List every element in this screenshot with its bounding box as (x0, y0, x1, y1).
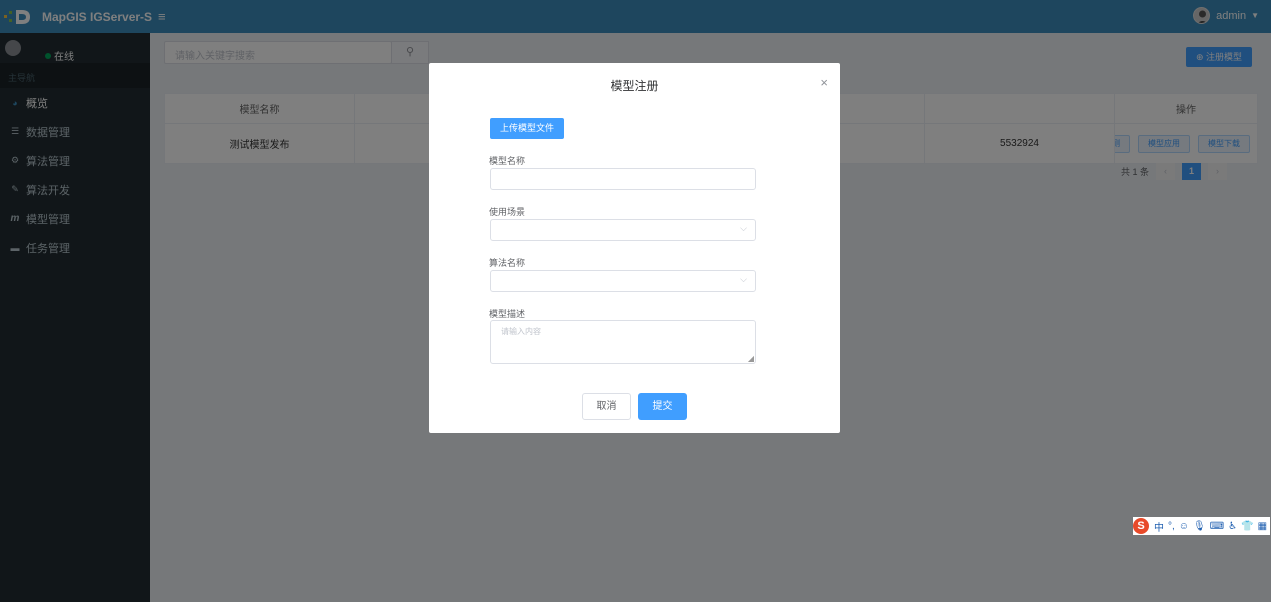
ime-item[interactable]: 🎙 (1193, 521, 1206, 532)
scene-label: 使用场景 (489, 207, 526, 217)
ime-item[interactable]: 👕 (1241, 521, 1253, 532)
resize-handle-icon[interactable]: ◢ (748, 354, 754, 363)
description-label: 模型描述 (489, 309, 526, 319)
model-name-label: 模型名称 (489, 156, 526, 166)
cancel-button[interactable]: 取消 (582, 393, 631, 420)
scene-select[interactable]: ⌵ (490, 219, 756, 241)
dialog-title: 模型注册 (610, 79, 659, 93)
algorithm-select[interactable]: ⌵ (490, 270, 756, 292)
chevron-down-icon: ⌵ (740, 274, 747, 284)
ime-toolbar[interactable]: S 中 °, ☺ 🎙 ⌨ ♿ 👕 ▦ (1133, 517, 1270, 535)
algorithm-label: 算法名称 (489, 258, 526, 268)
ime-item[interactable]: ⌨ (1210, 521, 1224, 532)
ime-item[interactable]: ▦ (1258, 521, 1267, 532)
chevron-down-icon: ⌵ (740, 223, 747, 233)
ime-item[interactable]: ☺ (1179, 521, 1189, 532)
ime-item[interactable]: °, (1168, 521, 1175, 532)
model-name-input[interactable] (490, 168, 756, 190)
sogou-logo-icon[interactable]: S (1133, 518, 1149, 534)
submit-button[interactable]: 提交 (638, 393, 687, 420)
register-model-dialog: 模型注册 × 上传模型文件 模型名称 使用场景 ⌵ 算法名称 ⌵ 模型描述 请输… (429, 63, 840, 433)
description-textarea[interactable]: 请输入内容 ◢ (490, 320, 756, 364)
ime-item[interactable]: ♿ (1228, 521, 1237, 532)
description-placeholder: 请输入内容 (501, 327, 541, 336)
ime-item[interactable]: 中 (1154, 519, 1164, 534)
upload-model-file-button[interactable]: 上传模型文件 (490, 118, 565, 139)
close-icon[interactable]: × (820, 75, 828, 90)
